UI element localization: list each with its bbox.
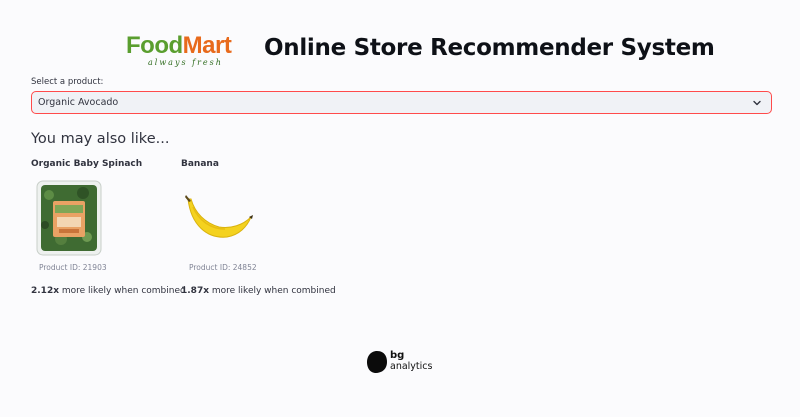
product-id: Product ID: 24852: [189, 263, 257, 272]
product-select[interactable]: Organic Avocado: [31, 91, 772, 114]
lift-text: 1.87x more likely when combined: [181, 286, 336, 296]
lift-value: 1.87x: [181, 286, 210, 296]
footer-brand-bg: bg: [390, 350, 405, 361]
logo-word-food: Food: [126, 32, 183, 59]
lift-suffix: more likely when combined: [59, 286, 186, 296]
chevron-down-icon: [753, 100, 761, 106]
product-id: Product ID: 21903: [39, 263, 107, 272]
recommendation-card: Organic Baby Spinach Product ID: 21903 2…: [31, 159, 186, 304]
product-name: Banana: [181, 159, 219, 169]
logo-wordmark: FoodMart: [126, 32, 232, 60]
lift-suffix: more likely when combined: [209, 286, 336, 296]
logo-tagline: always fresh: [148, 58, 223, 67]
page-title: Online Store Recommender System: [264, 35, 715, 61]
foodmart-logo: FoodMart always fresh: [126, 32, 250, 68]
product-select-value: Organic Avocado: [38, 97, 119, 108]
bg-analytics-logo: bg analytics: [366, 348, 436, 376]
lift-text: 2.12x more likely when combined: [31, 286, 186, 296]
lift-value: 2.12x: [31, 286, 60, 296]
spinach-package-image: [36, 180, 102, 256]
product-name: Organic Baby Spinach: [31, 159, 143, 169]
app-header: FoodMart always fresh Online Store Recom…: [0, 30, 800, 74]
product-select-label: Select a product:: [31, 77, 104, 87]
recommendation-card: Banana Product ID: 24852 1.87x more like…: [181, 159, 336, 304]
banana-image: [185, 195, 253, 238]
footer-brand-analytics: analytics: [390, 361, 433, 372]
logo-word-mart: Mart: [182, 32, 232, 59]
blob-icon: [367, 351, 387, 373]
recommendations-heading: You may also like...: [31, 131, 170, 147]
